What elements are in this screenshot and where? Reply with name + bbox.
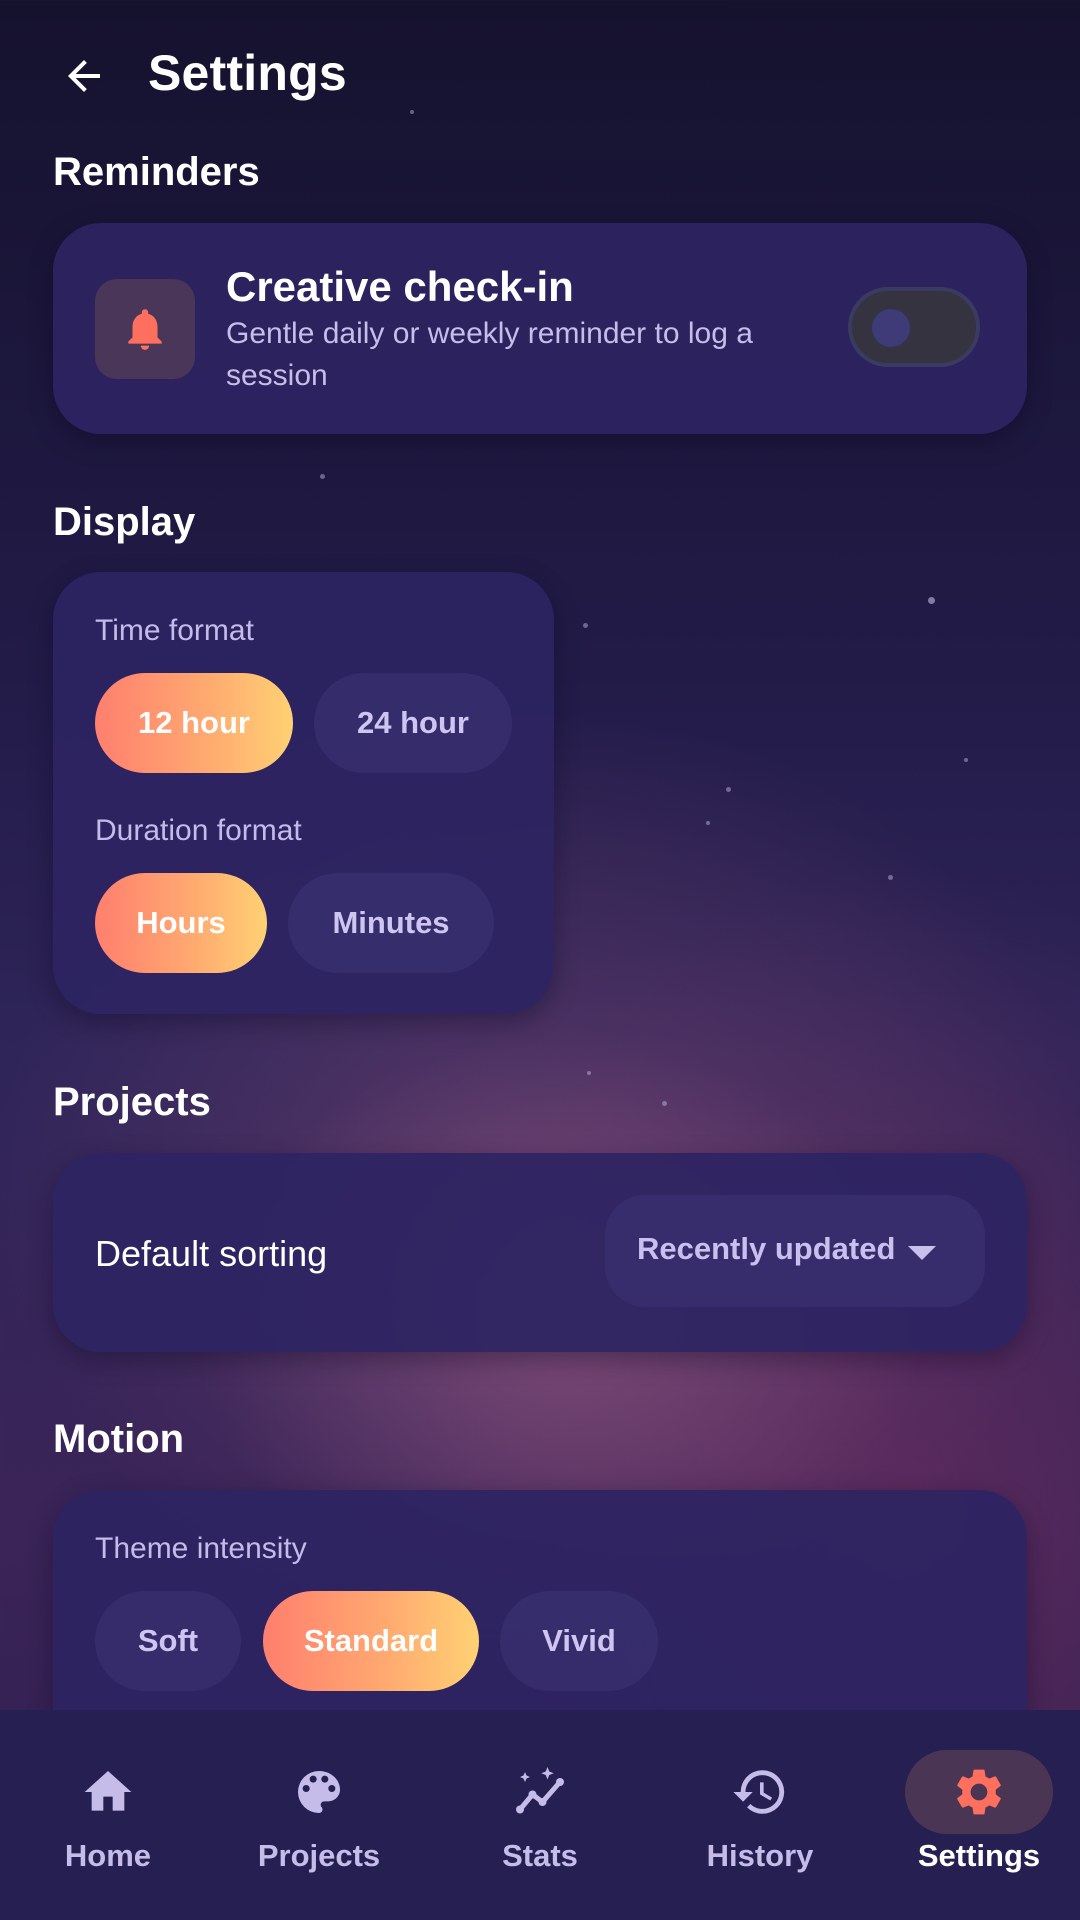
- duration-format-option-minutes[interactable]: Minutes: [288, 873, 494, 973]
- duration-format-label: Duration format: [95, 814, 302, 847]
- nav-icon-container: [245, 1750, 393, 1834]
- nav-label-projects: Projects: [257, 1838, 381, 1873]
- duration-format-option-hours[interactable]: Hours: [95, 873, 267, 973]
- nav-icon-container: [34, 1750, 182, 1834]
- background-star: [320, 474, 325, 479]
- theme-intensity-option-vivid[interactable]: Vivid: [500, 1591, 658, 1691]
- gear-icon: [957, 1769, 1001, 1815]
- nav-label-stats: Stats: [502, 1838, 578, 1873]
- display-card: Time format 12 hour 24 hour Duration for…: [53, 572, 554, 1014]
- nav-item-stats[interactable]: Stats: [432, 1710, 648, 1920]
- background-star: [888, 875, 893, 880]
- reminder-card: Creative check-in Gentle daily or weekly…: [53, 223, 1027, 434]
- background-star: [706, 821, 710, 825]
- nav-item-home[interactable]: Home: [0, 1710, 216, 1920]
- top-app-bar: Settings: [0, 0, 1080, 150]
- nav-item-history[interactable]: History: [652, 1710, 868, 1920]
- default-sorting-label: Default sorting: [95, 1233, 328, 1274]
- background-star: [662, 1101, 667, 1106]
- background-star: [583, 623, 588, 628]
- home-icon: [84, 1771, 132, 1811]
- time-format-option-24-hour[interactable]: 24 hour: [314, 673, 512, 773]
- bottom-navigation-bar: Home Projects Stats History Settings: [0, 1710, 1080, 1920]
- time-format-label: Time format: [95, 614, 254, 647]
- page-title: Settings: [148, 45, 347, 101]
- nav-label-settings: Settings: [917, 1838, 1041, 1873]
- nav-icon-container: [686, 1750, 834, 1834]
- default-sorting-dropdown[interactable]: Recently updated: [605, 1195, 985, 1307]
- theme-intensity-option-standard[interactable]: Standard: [263, 1591, 479, 1691]
- palette-icon: [298, 1771, 340, 1813]
- bell-icon-container: [95, 279, 195, 379]
- nav-icon-container: [905, 1750, 1053, 1834]
- theme-intensity-label: Theme intensity: [95, 1532, 307, 1565]
- nav-item-settings[interactable]: Settings: [871, 1710, 1080, 1920]
- history-icon: [733, 1770, 785, 1814]
- background-star: [964, 758, 968, 762]
- theme-intensity-option-soft[interactable]: Soft: [95, 1591, 241, 1691]
- nav-label-home: Home: [64, 1838, 152, 1873]
- toggle-knob: [872, 309, 910, 347]
- reminder-title: Creative check-in: [226, 263, 574, 310]
- reminder-description: Gentle daily or weekly reminder to log a…: [226, 317, 753, 392]
- reminder-toggle[interactable]: [848, 287, 980, 367]
- background-star: [587, 1071, 591, 1075]
- section-title-reminders: Reminders: [53, 150, 260, 194]
- section-title-projects: Projects: [53, 1080, 211, 1124]
- nav-icon-container: [466, 1750, 614, 1834]
- nav-label-history: History: [706, 1838, 814, 1873]
- stats-icon: [516, 1767, 564, 1814]
- bell-icon: [128, 309, 162, 350]
- background-star: [726, 787, 731, 792]
- back-button[interactable]: [48, 40, 120, 112]
- nav-item-projects[interactable]: Projects: [211, 1710, 427, 1920]
- section-title-motion: Motion: [53, 1417, 185, 1461]
- background-star: [928, 597, 935, 604]
- time-format-option-12-hour[interactable]: 12 hour: [95, 673, 293, 773]
- arrow-left-icon: [68, 60, 100, 92]
- default-sorting-value: Recently updated: [637, 1231, 896, 1266]
- chevron-down-icon: [908, 1246, 936, 1260]
- section-title-display: Display: [53, 500, 196, 544]
- projects-card: Default sorting Recently updated: [53, 1153, 1027, 1352]
